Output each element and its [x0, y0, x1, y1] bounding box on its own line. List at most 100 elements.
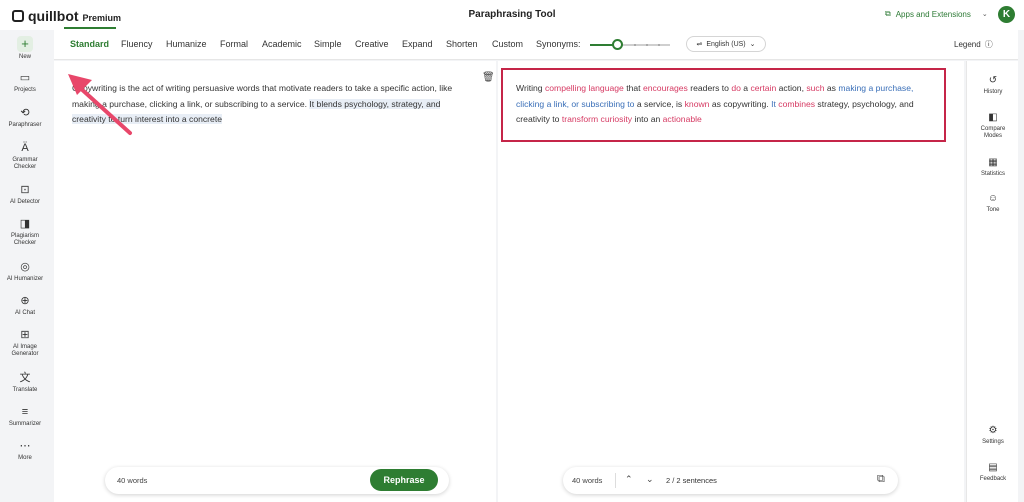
- grammar-icon: Ä: [21, 142, 29, 154]
- sidebar-item-label: AI Chat: [14, 310, 35, 316]
- ai-detector-icon: ⊡: [20, 184, 30, 196]
- compare-icon: ◧: [988, 112, 998, 123]
- sidebar-item-ai-humanizer[interactable]: ◎ AI Humanizer: [0, 260, 50, 283]
- output-segment: readers to: [687, 83, 732, 93]
- language-label: English (US): [706, 40, 746, 48]
- history-icon: ↺: [988, 75, 998, 86]
- sidebar-item-label: AI Image Generator: [11, 344, 39, 357]
- plus-icon: +: [17, 36, 33, 52]
- sidebar-item-grammar-checker[interactable]: Ä Grammar Checker: [0, 141, 50, 171]
- humanizer-icon: ◎: [20, 261, 30, 273]
- rail-item-label: Settings: [982, 439, 1004, 445]
- tab-standard[interactable]: Standard: [70, 39, 109, 49]
- tab-fluency[interactable]: Fluency: [121, 39, 153, 49]
- right-rail: ↺ History ◧ Compare Modes ▦ Statistics ☺…: [966, 61, 1018, 502]
- sidebar-item-label: Paraphraser: [8, 122, 42, 128]
- input-footer: 40 words Rephrase: [105, 467, 449, 494]
- output-segment: action,: [776, 83, 807, 93]
- slider-step-dot: [658, 44, 660, 46]
- copy-icon[interactable]: ⧉: [877, 473, 885, 486]
- tab-simple[interactable]: Simple: [314, 39, 342, 49]
- slider-step-dot: [646, 44, 648, 46]
- quillbot-logo[interactable]: quillbot Premium: [12, 8, 121, 24]
- output-segment-changed[interactable]: actionable: [663, 114, 702, 124]
- rail-item-feedback[interactable]: ▤ Feedback: [967, 461, 1019, 483]
- rail-item-tone[interactable]: ☺ Tone: [967, 192, 1019, 214]
- tab-academic[interactable]: Academic: [262, 39, 302, 49]
- output-segment-changed[interactable]: combines: [778, 99, 815, 109]
- logo-word: quillbot: [28, 8, 79, 24]
- globe-icon: ⇌: [696, 41, 703, 48]
- tab-creative[interactable]: Creative: [355, 39, 389, 49]
- info-icon: ⓘ: [984, 40, 993, 49]
- puzzle-icon: ⧉: [885, 9, 891, 18]
- tone-icon: ☺: [987, 193, 999, 204]
- tab-formal[interactable]: Formal: [220, 39, 248, 49]
- paraphraser-icon: ⟲: [20, 107, 30, 119]
- more-icon: ⋯: [19, 440, 31, 452]
- legend-button[interactable]: Legend ⓘ: [954, 39, 993, 50]
- sidebar-item-label: AI Humanizer: [6, 276, 44, 282]
- chevron-down-icon[interactable]: ⌄: [646, 474, 654, 485]
- chat-icon: ⊕: [20, 295, 30, 307]
- rail-item-settings[interactable]: ⚙ Settings: [967, 424, 1019, 446]
- synonyms-slider-knob[interactable]: [612, 39, 623, 50]
- sidebar-item-label: AI Detector: [9, 199, 40, 205]
- tab-custom[interactable]: Custom: [492, 39, 523, 49]
- chevron-down-icon: ⌄: [749, 41, 756, 48]
- rephrase-button[interactable]: Rephrase: [370, 469, 438, 491]
- language-dropdown[interactable]: ⇌ English (US) ⌄: [686, 36, 766, 52]
- sidebar-item-more[interactable]: ⋯ More: [0, 439, 50, 462]
- active-tab-indicator: [64, 27, 116, 29]
- sidebar-item-translate[interactable]: 文 Translate: [0, 371, 50, 394]
- input-panel[interactable]: Copywriting is the act of writing persua…: [54, 61, 496, 502]
- output-segment-changed[interactable]: known: [685, 99, 710, 109]
- sidebar-item-ai-image-generator[interactable]: ⊞ AI Image Generator: [0, 328, 50, 358]
- rail-item-history[interactable]: ↺ History: [967, 74, 1019, 96]
- output-segment-changed[interactable]: certain: [750, 83, 776, 93]
- slider-step-dot: [634, 44, 636, 46]
- translate-icon: 文: [19, 372, 31, 384]
- sidebar-item-label: Projects: [14, 87, 36, 93]
- sidebar-item-summarizer[interactable]: ≡ Summarizer: [0, 405, 50, 428]
- sidebar-item-plagiarism-checker[interactable]: ◨ Plagiarism Checker: [0, 217, 50, 247]
- input-word-count: 40 words: [117, 476, 148, 485]
- chevron-down-icon: ⌄: [981, 11, 988, 18]
- synonyms-label: Synonyms:: [536, 39, 581, 49]
- image-generator-icon: ⊞: [20, 329, 30, 341]
- tab-humanize[interactable]: Humanize: [166, 39, 207, 49]
- sidebar-item-ai-detector[interactable]: ⊡ AI Detector: [0, 183, 50, 206]
- page-title: Paraphrasing Tool: [468, 9, 556, 20]
- output-segment-changed[interactable]: do: [731, 83, 741, 93]
- output-segment-changed[interactable]: such: [806, 83, 824, 93]
- sidebar-item-ai-chat[interactable]: ⊕ AI Chat: [0, 294, 50, 317]
- statistics-icon: ▦: [988, 157, 998, 168]
- tab-expand[interactable]: Expand: [402, 39, 433, 49]
- output-segment-changed[interactable]: transform curiosity: [562, 114, 632, 124]
- sentence-counter: 2 / 2 sentences: [666, 476, 717, 485]
- sidebar-item-label: Grammar Checker: [12, 157, 38, 170]
- sidebar-item-label: Summarizer: [8, 421, 42, 427]
- apps-label: Apps and Extensions: [895, 9, 971, 19]
- sidebar-item-paraphraser[interactable]: ⟲ Paraphraser: [0, 106, 50, 129]
- quillbot-logo-icon: [12, 10, 24, 22]
- left-sidebar: + New ▭ Projects ⟲ Paraphraser Ä Grammar…: [0, 30, 50, 502]
- plan-tier: Premium: [82, 13, 122, 23]
- input-textarea[interactable]: Copywriting is the act of writing persua…: [72, 81, 462, 128]
- legend-label: Legend: [954, 40, 981, 49]
- trash-icon[interactable]: 🗑: [482, 72, 495, 83]
- sidebar-item-new[interactable]: + New: [0, 36, 50, 61]
- sidebar-item-label: New: [18, 54, 31, 60]
- sidebar-item-label: Plagiarism Checker: [10, 233, 39, 246]
- plagiarism-icon: ◨: [19, 218, 31, 230]
- chevron-up-icon[interactable]: ⌃: [625, 474, 633, 485]
- output-segment-changed[interactable]: encourages: [643, 83, 688, 93]
- rail-item-statistics[interactable]: ▦ Statistics: [967, 156, 1019, 178]
- user-avatar[interactable]: K: [998, 6, 1015, 23]
- rail-item-compare-modes[interactable]: ◧ Compare Modes: [967, 111, 1019, 140]
- output-text[interactable]: Writing compelling language that encoura…: [516, 81, 936, 128]
- tab-shorten[interactable]: Shorten: [446, 39, 478, 49]
- sidebar-item-projects[interactable]: ▭ Projects: [0, 71, 50, 94]
- apps-and-extensions-button[interactable]: ⧉ Apps and Extensions ⌄: [885, 9, 988, 19]
- output-segment-changed[interactable]: compelling language: [545, 83, 624, 93]
